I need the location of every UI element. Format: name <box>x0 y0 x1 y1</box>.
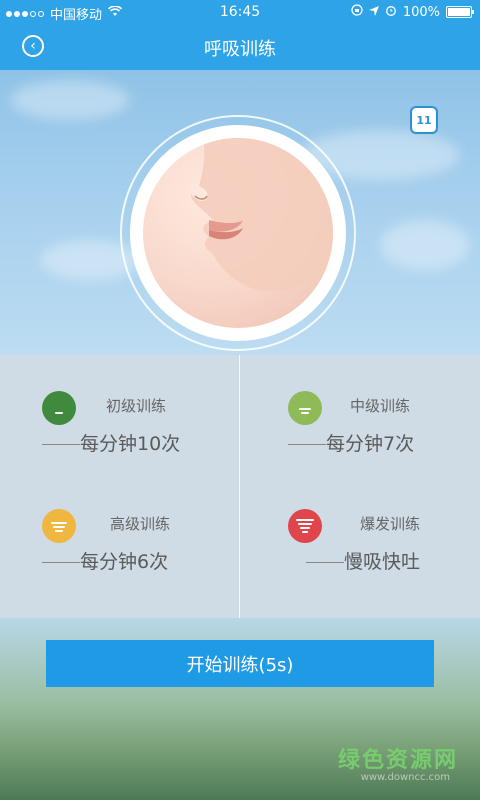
training-option-desc: 每分钟6次 <box>42 547 168 574</box>
training-option-desc: 每分钟7次 <box>288 429 414 456</box>
battery-icon <box>446 6 474 18</box>
level-3-icon <box>42 509 76 543</box>
training-panel: 初级训练 每分钟10次 中级训练 每分钟7次 高级训练 每分钟6次 爆发训练 慢… <box>0 355 480 618</box>
level-1-icon <box>42 391 76 425</box>
training-option-burst[interactable]: 爆发训练 慢吸快吐 <box>286 505 480 595</box>
training-option-label: 高级训练 <box>110 515 171 533</box>
location-icon <box>368 5 379 20</box>
page-title: 呼吸训练 <box>204 39 276 60</box>
rotation-lock-icon <box>351 4 363 20</box>
alarm-icon <box>385 4 397 20</box>
training-option-desc: 每分钟10次 <box>42 429 180 456</box>
start-training-button[interactable]: 开始训练(5s) <box>46 640 434 687</box>
training-option-beginner[interactable]: 初级训练 每分钟10次 <box>40 387 250 477</box>
face-illustration <box>143 138 333 328</box>
calendar-day: 11 <box>416 113 432 127</box>
battery-percent: 100% <box>402 4 440 20</box>
nav-bar: ‹ 呼吸训练 <box>0 24 480 70</box>
watermark-url: www.downcc.com <box>360 772 450 783</box>
training-option-label: 初级训练 <box>106 397 167 415</box>
watermark-logo: 绿色资源网 <box>337 748 458 773</box>
training-option-label: 爆发训练 <box>360 515 421 533</box>
training-option-advanced[interactable]: 高级训练 每分钟6次 <box>40 505 250 595</box>
training-option-intermediate[interactable]: 中级训练 每分钟7次 <box>286 387 480 477</box>
training-option-label: 中级训练 <box>350 397 411 415</box>
level-2-icon <box>288 391 322 425</box>
calendar-icon[interactable]: 11 <box>410 106 438 134</box>
status-bar: 中国移动 16:45 100% <box>0 0 480 24</box>
training-option-desc: 慢吸快吐 <box>306 547 420 574</box>
level-4-icon <box>288 509 322 543</box>
